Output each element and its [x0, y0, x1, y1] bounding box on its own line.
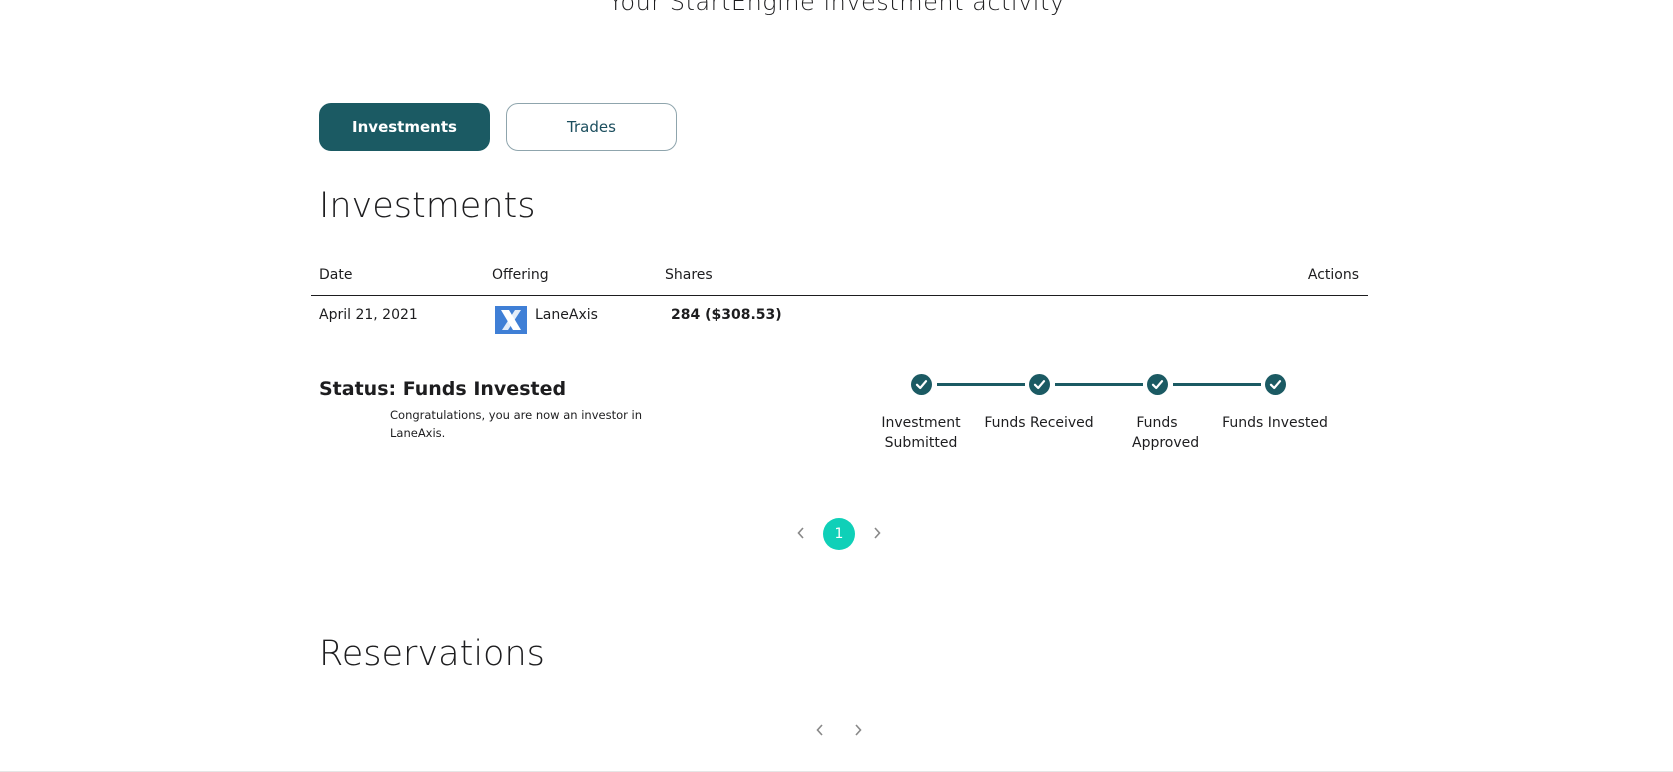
shares-value: 284 ($308.53)	[671, 307, 782, 323]
column-header-offering: Offering	[492, 267, 549, 283]
page-number-current[interactable]: 1	[823, 518, 855, 550]
table-header-divider	[311, 295, 1368, 296]
chevron-right-icon[interactable]	[848, 720, 868, 740]
column-header-actions: Actions	[1307, 267, 1359, 283]
investments-title: Investments	[319, 186, 536, 226]
chevron-left-icon[interactable]	[791, 523, 811, 543]
step-connector	[937, 383, 1025, 386]
tab-investments[interactable]: Investments	[319, 103, 490, 151]
step-label-investment-submitted: Investment Submitted	[881, 415, 961, 451]
step-label-funds-approved: Funds Approved	[1132, 415, 1200, 451]
check-icon	[1265, 374, 1286, 395]
chevron-right-icon[interactable]	[867, 523, 887, 543]
reservations-title: Reservations	[319, 634, 545, 674]
step-connector	[1055, 383, 1143, 386]
investment-status: Status: Funds Invested	[319, 378, 567, 400]
offering-name[interactable]: LaneAxis	[535, 307, 598, 323]
step-connector	[1173, 383, 1261, 386]
status-message: Congratulations, you are now an investor…	[390, 408, 642, 440]
step-label-funds-invested: Funds Invested	[1222, 415, 1328, 431]
page-heading: Your StartEngine investment activity	[608, 0, 1065, 16]
check-icon	[1029, 374, 1050, 395]
step-label-funds-received: Funds Received	[984, 415, 1094, 431]
investment-date: April 21, 2021	[319, 307, 418, 323]
chevron-left-icon[interactable]	[810, 720, 830, 740]
tab-trades[interactable]: Trades	[506, 103, 677, 151]
check-icon	[1147, 374, 1168, 395]
column-header-date: Date	[319, 267, 353, 283]
check-icon	[911, 374, 932, 395]
column-header-shares: Shares	[665, 267, 713, 283]
laneaxis-logo	[495, 306, 527, 334]
